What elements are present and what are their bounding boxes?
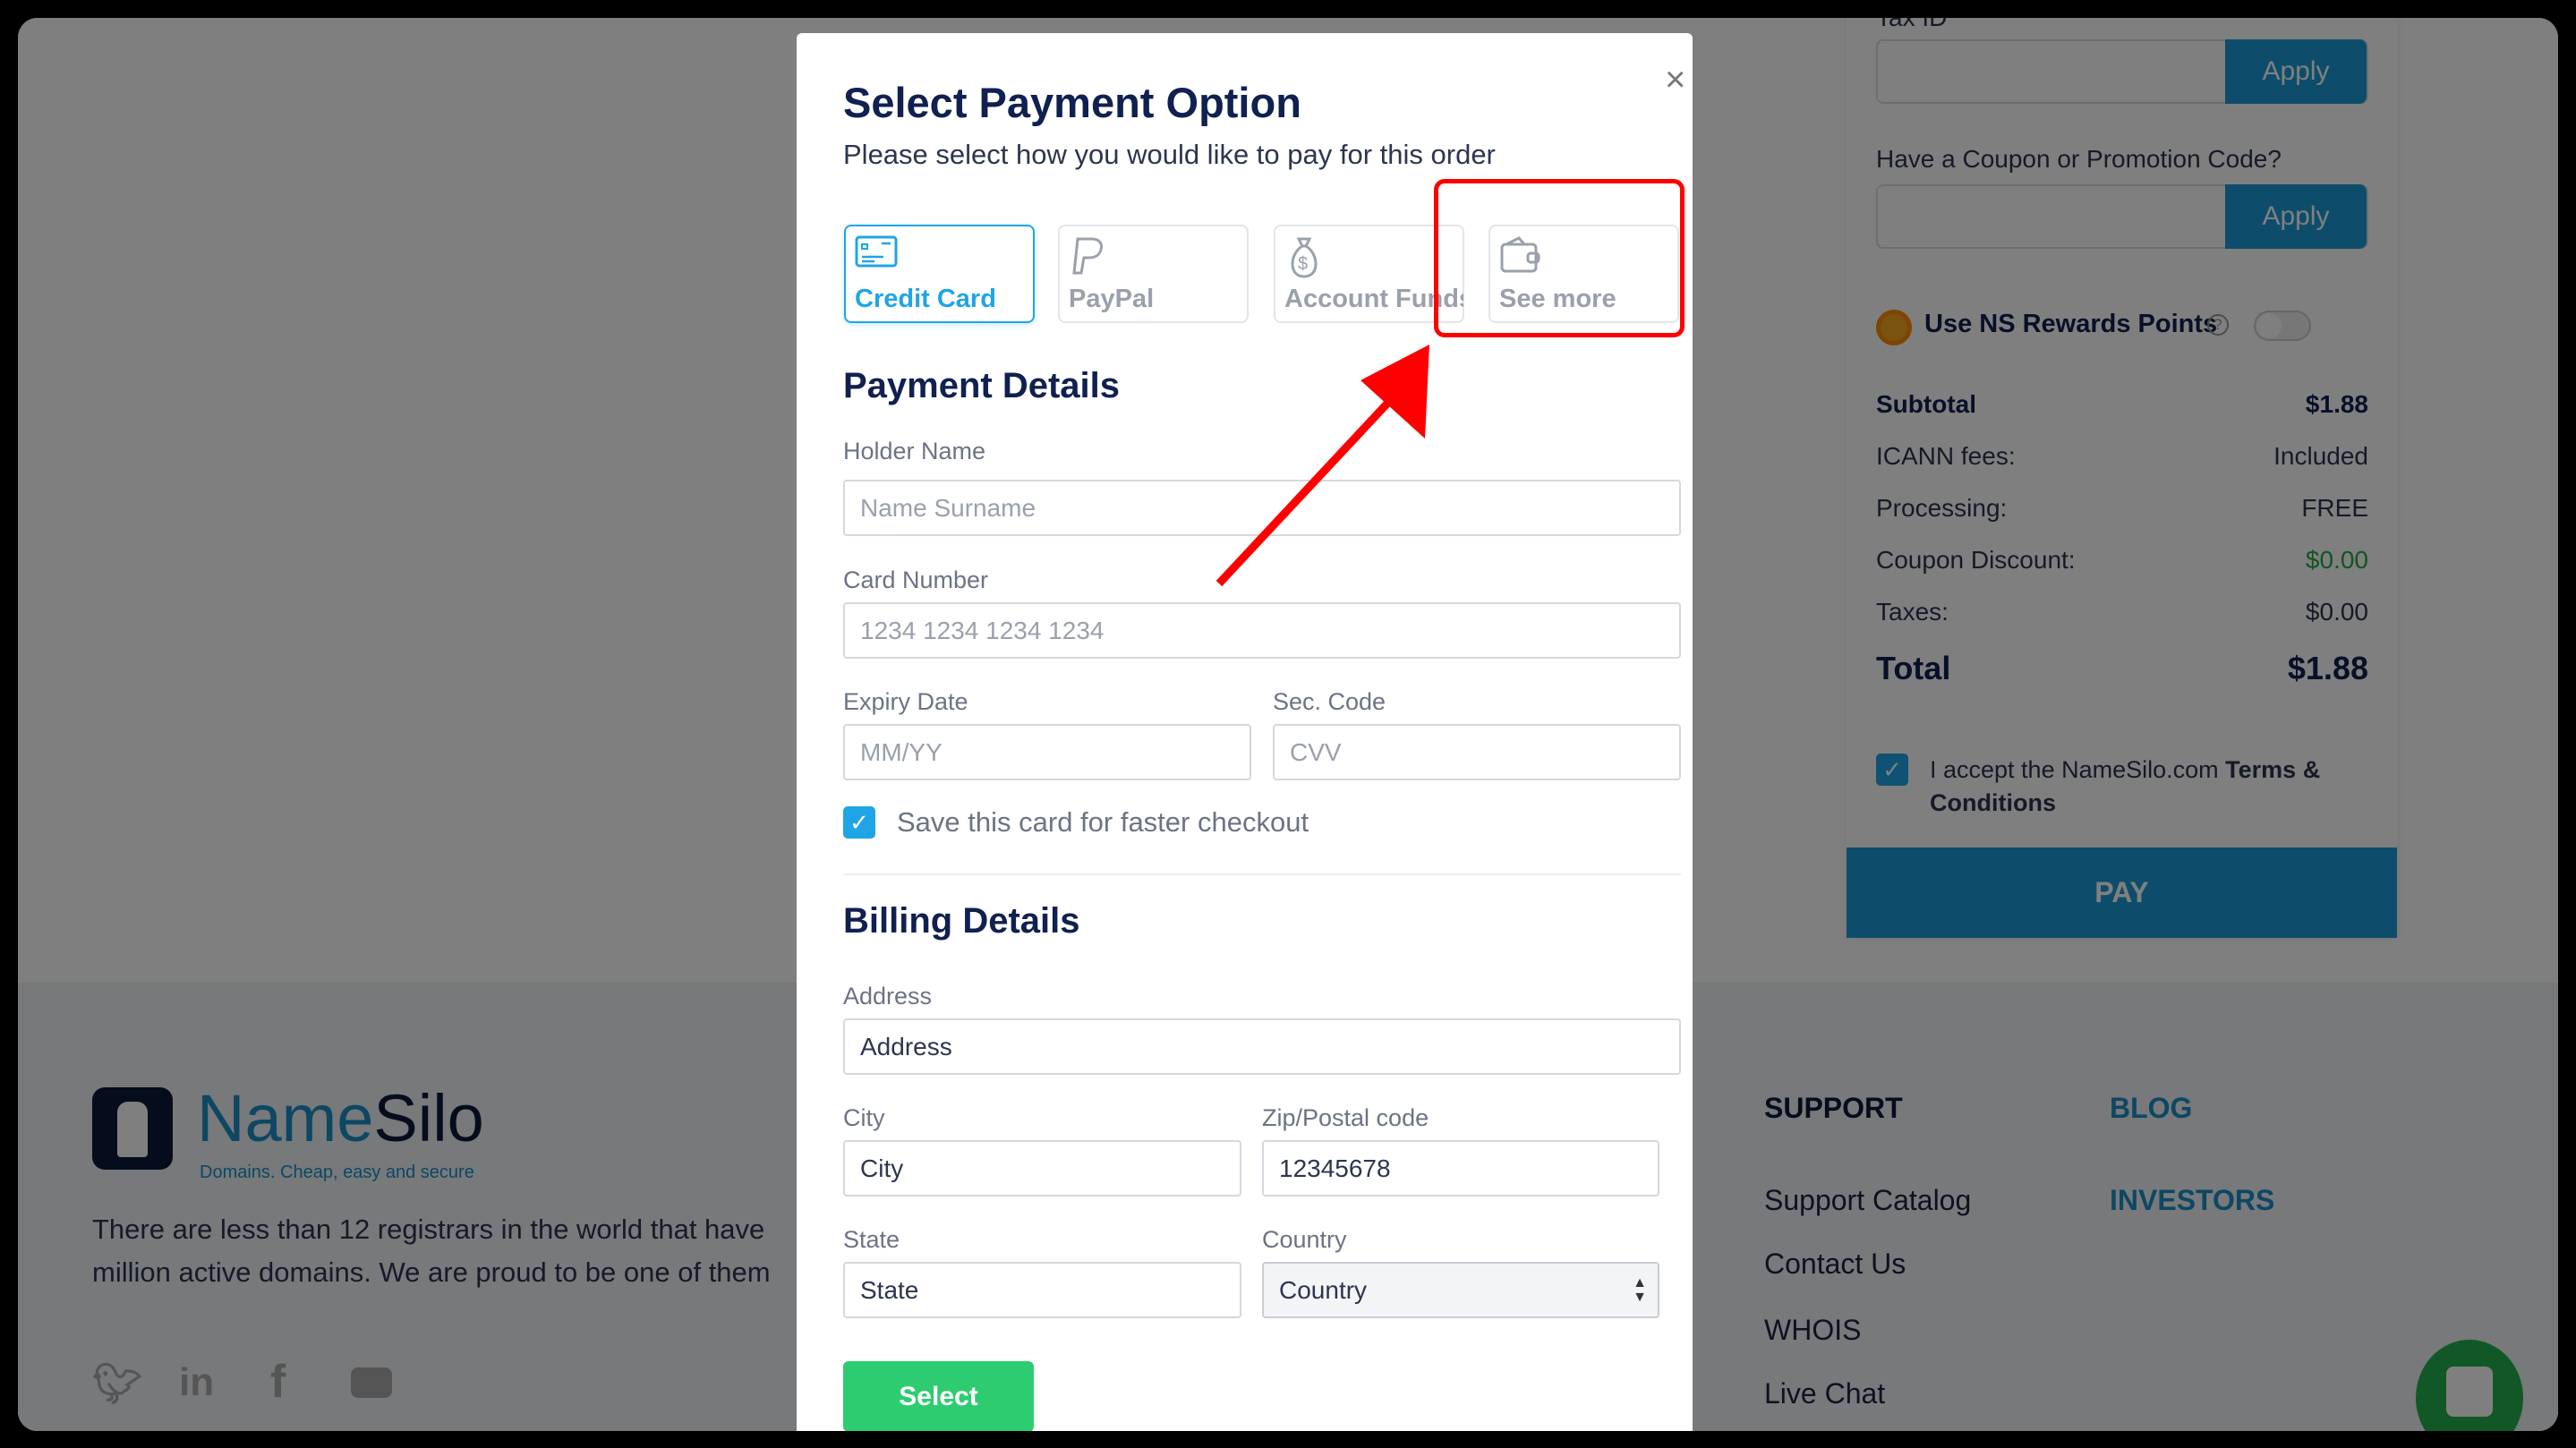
screen: Tax ID Apply Have a Coupon or Promotion …: [18, 18, 2558, 1431]
annotation-arrow-icon: [1215, 345, 1429, 587]
